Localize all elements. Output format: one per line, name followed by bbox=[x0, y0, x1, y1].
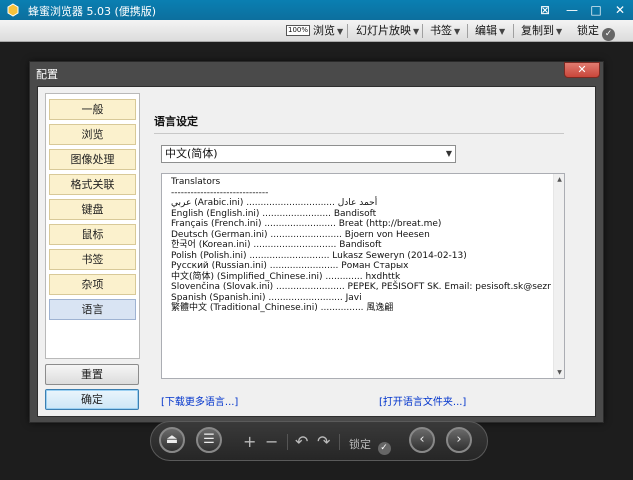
translator-line: ------------------------------ bbox=[171, 187, 269, 198]
translator-line: Slovenčina (Slovak.ini) ................… bbox=[171, 282, 551, 292]
zoom-in-icon[interactable]: + bbox=[243, 434, 256, 450]
chevron-down-icon: ▼ bbox=[413, 27, 420, 36]
translator-line: 繁體中文 (Traditional_Chinese.ini) .........… bbox=[171, 303, 394, 313]
nav-item-language[interactable]: 语言 bbox=[49, 299, 136, 320]
translator-line: English (English.ini) ..................… bbox=[171, 208, 377, 219]
translator-line: Français (French.ini) ..................… bbox=[171, 219, 442, 229]
eject-icon[interactable]: ⏏ bbox=[159, 427, 185, 453]
translators-textbox[interactable]: Translators -----------------------------… bbox=[161, 173, 565, 379]
download-languages-link[interactable]: [下载更多语言...] bbox=[161, 393, 238, 408]
chevron-down-icon: ▼ bbox=[499, 27, 506, 36]
next-image-button[interactable]: › bbox=[446, 427, 472, 453]
translator-line: عربي (Arabic.ini) ......................… bbox=[171, 198, 378, 208]
viewer-control-bar: ⏏ ☰ + − ↶ ↷ 锁定 ✓ ‹ › bbox=[150, 421, 488, 461]
lock-label: 锁定 bbox=[577, 24, 599, 37]
rotate-left-icon[interactable]: ↶ bbox=[295, 434, 308, 450]
translator-line: 中文(简体) (Simplified_Chinese.ini) ........… bbox=[171, 271, 401, 282]
settings-nav: 一般 浏览 图像处理 格式关联 键盘 鼠标 书签 杂项 语言 bbox=[45, 93, 140, 359]
dialog-title: 配置 bbox=[36, 68, 58, 81]
window-title: 蜂蜜浏览器 5.03 (便携版) bbox=[28, 5, 157, 18]
dialog-client-area: 一般 浏览 图像处理 格式关联 键盘 鼠标 书签 杂项 语言 重置 确定 语言设… bbox=[37, 86, 596, 417]
chevron-down-icon: ▼ bbox=[556, 27, 563, 36]
translator-line: 한국어 (Korean.ini) .......................… bbox=[171, 240, 382, 250]
nav-item-keyboard[interactable]: 键盘 bbox=[49, 199, 136, 220]
translator-line: Polish (Polish.ini) ....................… bbox=[171, 250, 467, 261]
check-circle-icon: ✓ bbox=[377, 442, 391, 455]
lock-toggle[interactable]: 锁定 ✓ bbox=[577, 23, 615, 41]
separator bbox=[467, 24, 468, 38]
rotate-right-icon[interactable]: ↷ bbox=[317, 434, 330, 450]
separator bbox=[347, 24, 348, 38]
language-select-value: 中文(简体) bbox=[165, 147, 218, 160]
nav-item-mouse[interactable]: 鼠标 bbox=[49, 224, 136, 245]
chevron-down-icon: ▼ bbox=[337, 27, 344, 36]
translators-list: Translators -----------------------------… bbox=[171, 177, 551, 314]
zoom-out-icon[interactable]: − bbox=[265, 434, 278, 450]
nav-item-bookmarks[interactable]: 书签 bbox=[49, 249, 136, 270]
menu-icon[interactable]: ☰ bbox=[196, 427, 222, 453]
bookmarks-label: 书签 bbox=[430, 24, 452, 37]
language-select[interactable]: 中文(简体) ▼ bbox=[161, 145, 456, 163]
bookmarks-menu[interactable]: 书签 ▼ bbox=[430, 23, 460, 39]
browse-menu[interactable]: 100% 浏览 ▼ bbox=[286, 23, 343, 39]
close-window-button[interactable]: ✕ bbox=[611, 2, 629, 18]
edit-menu[interactable]: 编辑 ▼ bbox=[475, 23, 505, 39]
maximize-button[interactable]: □ bbox=[587, 2, 605, 18]
nav-item-image-processing[interactable]: 图像处理 bbox=[49, 149, 136, 170]
lock-control[interactable]: 锁定 ✓ bbox=[349, 436, 391, 455]
chevron-down-icon: ▼ bbox=[454, 27, 461, 36]
check-circle-icon: ✓ bbox=[602, 28, 615, 41]
copy-to-label: 复制到 bbox=[521, 24, 554, 37]
separator bbox=[287, 434, 288, 450]
translator-line: Translators bbox=[171, 177, 221, 187]
slideshow-menu[interactable]: 幻灯片放映 ▼ bbox=[356, 23, 419, 39]
scroll-down-icon[interactable]: ▼ bbox=[555, 368, 564, 377]
separator bbox=[513, 24, 514, 38]
browse-label: 浏览 bbox=[313, 24, 336, 37]
separator bbox=[422, 24, 423, 38]
separator bbox=[339, 434, 340, 450]
lock-control-label: 锁定 bbox=[349, 438, 371, 451]
nav-item-browse[interactable]: 浏览 bbox=[49, 124, 136, 145]
edit-label: 编辑 bbox=[475, 24, 497, 37]
toolbar: 100% 浏览 ▼ 幻灯片放映 ▼ 书签 ▼ 编辑 ▼ 复制到 ▼ 锁定 ✓ bbox=[0, 20, 633, 42]
section-divider bbox=[154, 133, 564, 134]
nav-item-misc[interactable]: 杂项 bbox=[49, 274, 136, 295]
copy-to-menu[interactable]: 复制到 ▼ bbox=[521, 23, 562, 39]
translator-line: Deutsch (German.ini) ...................… bbox=[171, 229, 430, 240]
minimize-button[interactable]: — bbox=[563, 2, 581, 18]
settings-dialog: 配置 ✕ 一般 浏览 图像处理 格式关联 键盘 鼠标 书签 杂项 语言 重置 确… bbox=[29, 61, 604, 423]
translator-line: Spanish (Spanish.ini) ..................… bbox=[171, 292, 362, 303]
nav-item-file-association[interactable]: 格式关联 bbox=[49, 174, 136, 195]
zoom-box-icon: 100% bbox=[286, 25, 311, 36]
vertical-scrollbar[interactable]: ▲ ▼ bbox=[553, 174, 564, 378]
reset-button[interactable]: 重置 bbox=[45, 364, 139, 385]
scroll-up-icon[interactable]: ▲ bbox=[555, 175, 564, 184]
app-icon bbox=[7, 3, 19, 17]
section-title: 语言设定 bbox=[154, 115, 198, 128]
previous-image-button[interactable]: ‹ bbox=[409, 427, 435, 453]
fullscreen-icon[interactable]: ⊠ bbox=[536, 2, 554, 18]
nav-item-general[interactable]: 一般 bbox=[49, 99, 136, 120]
open-language-folder-link[interactable]: [打开语言文件夹...] bbox=[379, 393, 466, 408]
dialog-close-button[interactable]: ✕ bbox=[564, 62, 600, 78]
translator-line: Русский (Russian.ini) ..................… bbox=[171, 261, 409, 271]
chevron-down-icon: ▼ bbox=[445, 149, 452, 158]
ok-button[interactable]: 确定 bbox=[45, 389, 139, 410]
slideshow-label: 幻灯片放映 bbox=[356, 24, 411, 37]
title-bar: 蜂蜜浏览器 5.03 (便携版) ⊠ — □ ✕ bbox=[0, 0, 633, 20]
